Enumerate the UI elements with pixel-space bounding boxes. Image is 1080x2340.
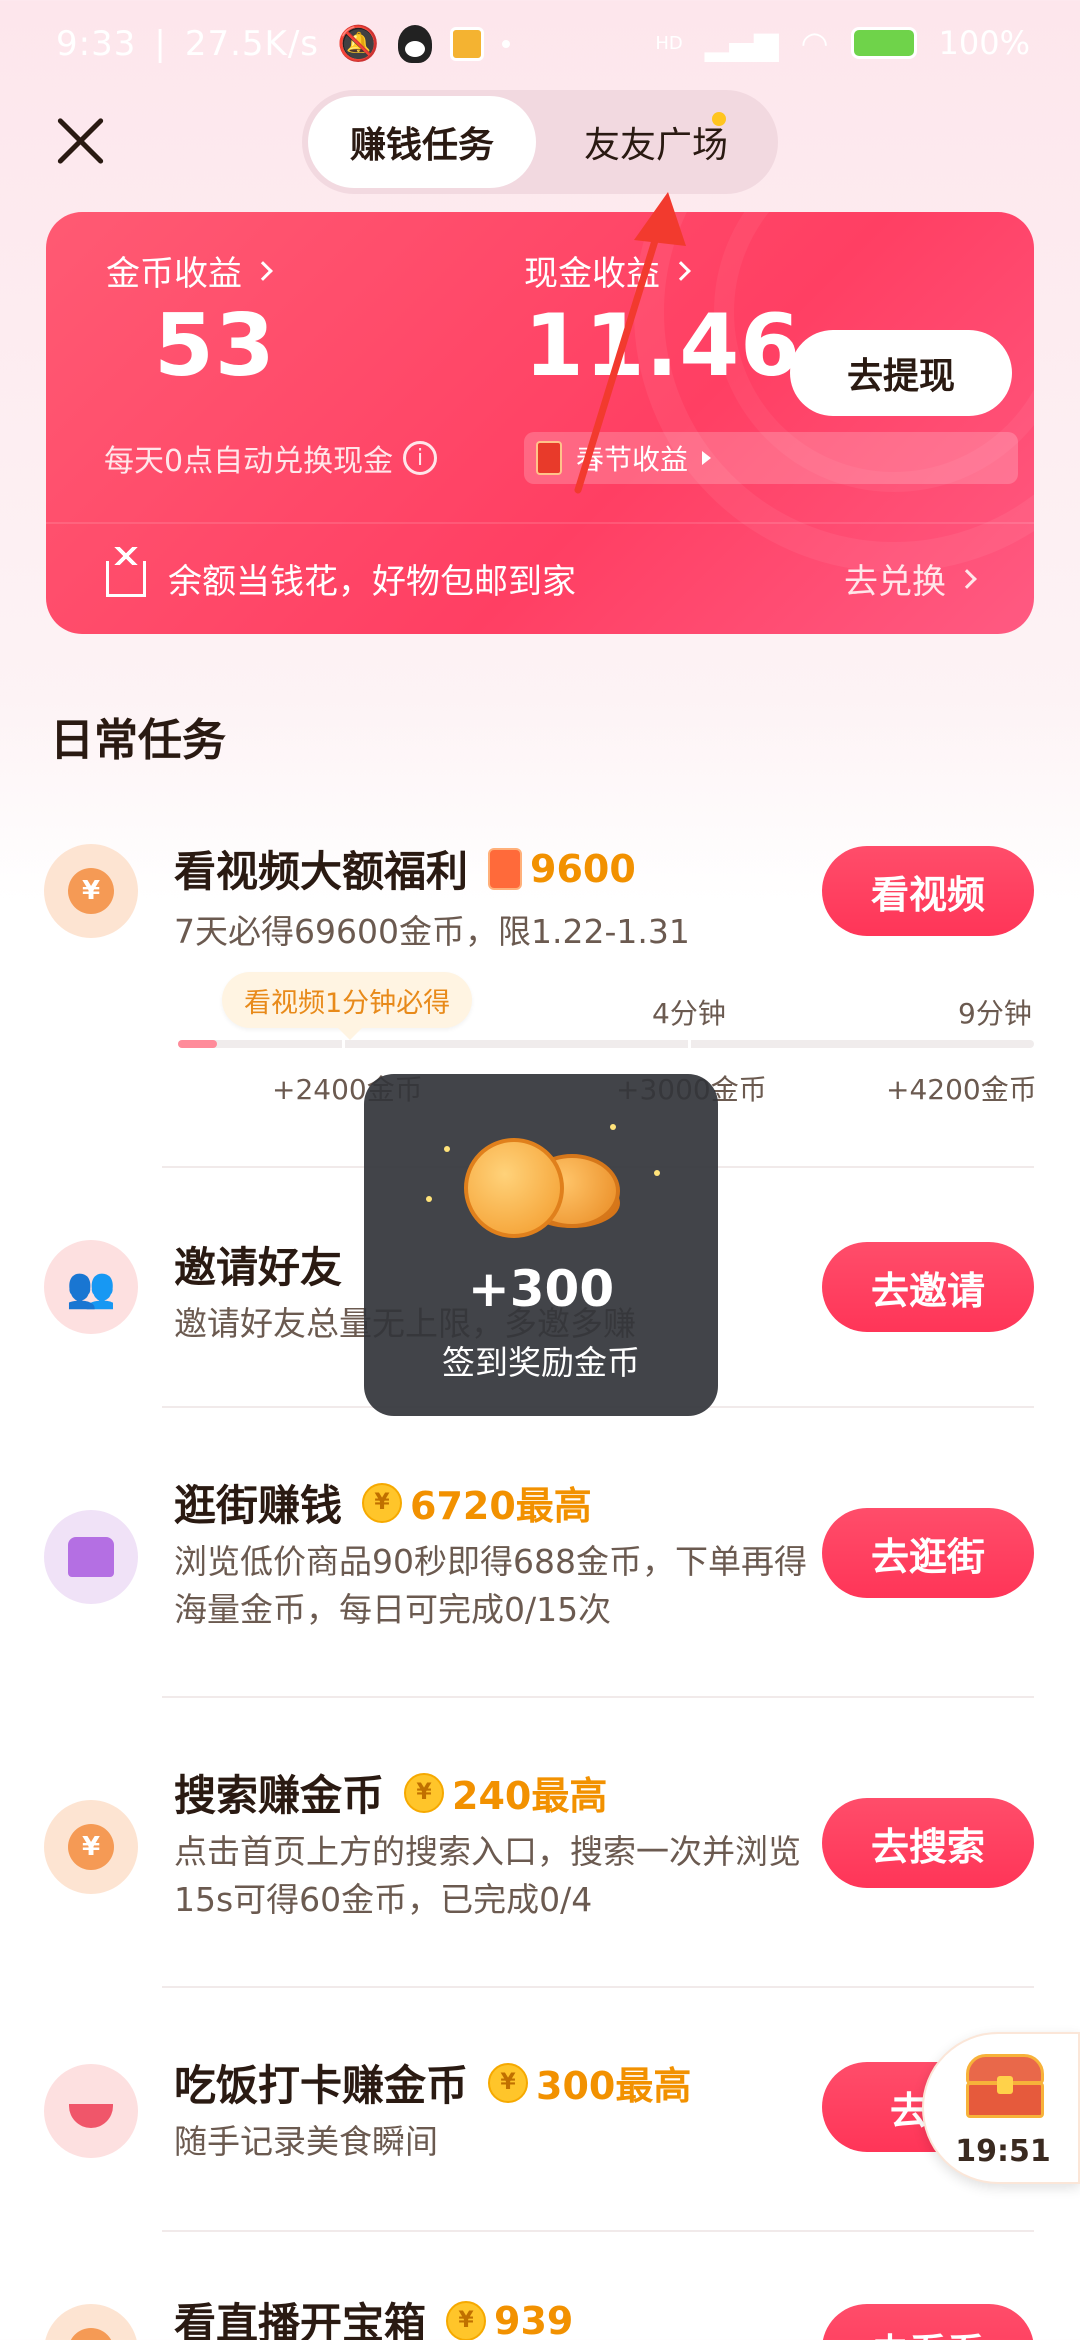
- task-title: 搜索赚金币: [174, 1771, 385, 1820]
- treasure-chest-icon: [966, 2054, 1044, 2118]
- wallet-card: 金币收益 53 每天0点自动兑换现金 i 现金收益 11.46 去提现 春节收益…: [46, 212, 1034, 634]
- toast-amount: +300: [467, 1260, 615, 1318]
- go-shopping-button[interactable]: 去逛街: [822, 1508, 1034, 1598]
- task-icon: ¥: [44, 1800, 138, 1894]
- battery-percent: 100%: [938, 24, 1030, 62]
- milestone-coins: +4200金币: [886, 1073, 1037, 1106]
- chevron-right-icon: [253, 260, 273, 281]
- tab-friends-square[interactable]: 友友广场: [542, 96, 770, 188]
- task-title: 看视频大额福利: [174, 847, 469, 896]
- exchange-link[interactable]: 去兑换: [844, 554, 977, 603]
- task-title: 逛街赚钱: [174, 1481, 343, 1530]
- milestone-time: 4分钟: [652, 997, 726, 1030]
- task-icon: 👥: [44, 1240, 138, 1334]
- segment-tabs: 赚钱任务 友友广场: [302, 90, 778, 194]
- task-reward: 6720最高: [410, 1484, 592, 1528]
- go-search-button[interactable]: 去搜索: [822, 1798, 1034, 1888]
- notes-icon: [450, 27, 485, 61]
- countdown-timer: 19:51: [955, 2134, 1051, 2169]
- watch-live-button[interactable]: 去看看: [822, 2304, 1034, 2340]
- floating-treasure-box[interactable]: 19:51: [922, 2032, 1080, 2184]
- tab-earn-tasks[interactable]: 赚钱任务: [308, 96, 536, 188]
- notification-dot-icon: [502, 40, 511, 48]
- task-title: 邀请好友: [174, 1243, 343, 1292]
- coin-value: 53: [154, 296, 276, 396]
- chest-icon: [68, 2328, 114, 2340]
- task-desc: 点击首页上方的搜索入口，搜索一次并浏览15s可得60金币，已完成0/4: [174, 1832, 801, 1919]
- task-title: 吃饭打卡赚金币: [174, 2061, 469, 2110]
- signal-icon: ▂▄▆: [704, 24, 779, 62]
- section-title: 日常任务: [50, 715, 226, 766]
- red-packet-icon: [536, 441, 562, 475]
- invite-friends-icon: 👥: [66, 1264, 116, 1311]
- task-reward: 9600: [530, 846, 636, 891]
- status-speed: 27.5K/s: [184, 24, 319, 64]
- task-icon: [44, 1510, 138, 1604]
- coin-note: 每天0点自动兑换现金 i: [104, 436, 438, 480]
- progress-fill: [178, 1040, 217, 1048]
- cash-value: 11.46: [524, 296, 802, 396]
- toast-caption: 签到奖励金币: [442, 1343, 640, 1382]
- bowl-icon: [69, 2104, 113, 2128]
- coin-icon: ¥: [446, 2300, 487, 2340]
- shop-icon: [68, 1537, 114, 1577]
- status-time: 9:33: [56, 24, 137, 64]
- task-desc: 7天必得69600金币，限1.22-1.31: [174, 912, 690, 951]
- close-icon[interactable]: [50, 110, 110, 170]
- coin-icon: ¥: [404, 1772, 445, 1813]
- milestone-time: 9分钟: [958, 997, 1032, 1030]
- coin-income-link[interactable]: 金币收益: [106, 246, 273, 295]
- invite-button[interactable]: 去邀请: [822, 1242, 1034, 1332]
- watch-video-button[interactable]: 看视频: [822, 846, 1034, 936]
- task-icon: ¥: [44, 844, 138, 938]
- coin-icon: ¥: [488, 2062, 529, 2103]
- task-desc: 随手记录美食瞬间: [174, 2122, 438, 2161]
- qq-icon: [398, 25, 433, 63]
- spring-income-link[interactable]: 春节收益: [524, 432, 1018, 484]
- battery-icon: [850, 27, 917, 59]
- mute-bell-icon: 🔕: [337, 24, 381, 64]
- chevron-right-icon: [671, 260, 691, 281]
- task-icon: [44, 2064, 138, 2158]
- wifi-icon: ◠: [800, 24, 829, 62]
- task-desc: 浏览低价商品90秒即得688金币，下单再得海量金币，每日可完成0/15次: [174, 1542, 807, 1629]
- hd-signal-icon: HD: [655, 32, 683, 54]
- cash-income-link[interactable]: 现金收益: [524, 246, 691, 295]
- triangle-right-icon: [702, 451, 712, 465]
- chevron-right-icon: [957, 568, 977, 589]
- info-icon[interactable]: i: [403, 441, 438, 475]
- task-reward: 939: [494, 2298, 574, 2340]
- task-reward: 240最高: [452, 1774, 608, 1818]
- status-bar: 9:33 | 27.5K/s 🔕 HD ▂▄▆ ◠ 100%: [56, 24, 1030, 64]
- task-title: 看直播开宝箱: [174, 2299, 427, 2340]
- promo-banner: 余额当钱花，好物包邮到家: [106, 546, 576, 603]
- progress-tooltip: 看视频1分钟必得: [222, 972, 473, 1040]
- gold-coins-icon: [454, 1124, 634, 1254]
- reward-toast: +300 签到奖励金币: [364, 1074, 718, 1416]
- task-reward: 300最高: [536, 2064, 692, 2108]
- task-icon: [44, 2304, 138, 2340]
- crown-icon: [106, 546, 146, 597]
- video-progress-bar: [178, 1038, 1034, 1050]
- new-dot-badge: [712, 112, 726, 126]
- withdraw-button[interactable]: 去提现: [790, 330, 1012, 416]
- top-bar: 赚钱任务 友友广场: [0, 90, 1080, 200]
- coin-icon: ¥: [362, 1482, 403, 1523]
- red-packet-icon: [488, 847, 523, 890]
- coin-income-label: 金币收益: [106, 254, 242, 294]
- yuan-coin-icon: ¥: [68, 1824, 114, 1870]
- cash-income-label: 现金收益: [524, 254, 660, 294]
- yuan-coin-icon: ¥: [68, 868, 114, 914]
